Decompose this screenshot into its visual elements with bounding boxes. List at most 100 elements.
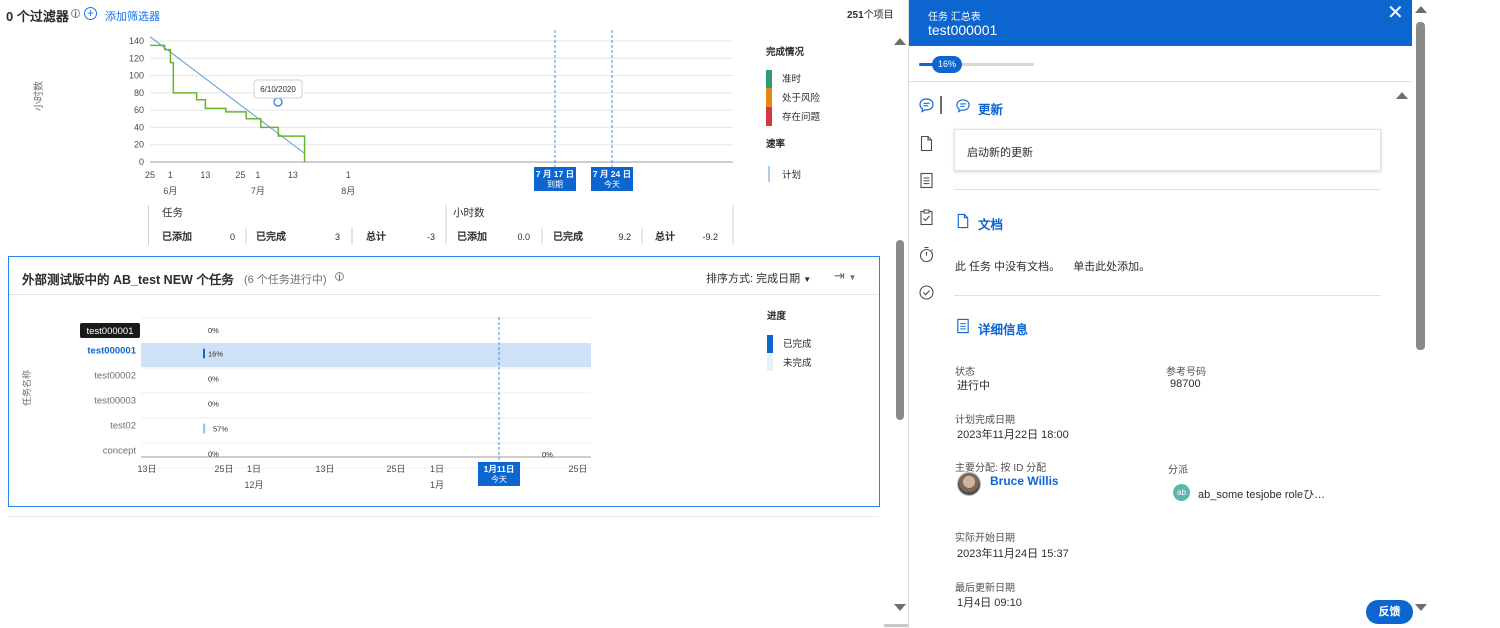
y-tick-label: 120 <box>129 53 144 63</box>
rail-active-marker <box>940 96 942 114</box>
gantt-legend-done-swatch <box>767 335 773 353</box>
info-icon[interactable]: i <box>71 9 80 19</box>
progress-badge[interactable]: 16% <box>932 56 962 73</box>
documents-empty-text: 此 任务 中没有文档。 <box>955 261 1061 273</box>
stats-hours-done-value: 9.2 <box>618 232 631 242</box>
document-icon <box>957 213 969 229</box>
due-date-text: 7 月 17 日 <box>536 169 574 179</box>
scroll-down-icon[interactable] <box>894 604 906 611</box>
sort-dropdown[interactable]: 排序方式: 完成日期 ▼ <box>706 270 811 286</box>
x-tick-label: 1 <box>255 170 260 180</box>
gantt-hover-tag-text: test000001 <box>86 326 133 337</box>
new-update-input[interactable]: 启动新的更新 <box>954 129 1381 171</box>
items-count: 251个项目 <box>847 6 894 21</box>
updates-title: 更新 <box>978 103 1004 117</box>
gantt-legend-notdone: 未完成 <box>783 357 812 369</box>
caret-down-icon: ▼ <box>803 275 812 284</box>
scroll-down-icon[interactable] <box>1415 604 1427 611</box>
documents-empty-message: 此 任务 中没有文档。 单击此处添加。 <box>955 258 1150 274</box>
gantt-subtitle: (6 个任务进行中) <box>244 274 327 286</box>
details-list-icon <box>957 318 969 334</box>
x-tick-label: 13 <box>200 170 210 180</box>
burndown-y-ticks: 0 20 40 60 80 100 120 140 <box>129 36 144 167</box>
x-tick-label: 1 <box>168 170 173 180</box>
feedback-button[interactable]: 反馈 <box>1366 600 1413 624</box>
y-axis-label: 小时数 <box>32 81 45 111</box>
add-circle-icon[interactable]: + <box>84 7 97 20</box>
gantt-today-date: 1月11日 <box>484 464 515 474</box>
stats-grid: 任务 小时数 已添加 0 已完成 3 总计 -3 已添加 0.0 已完成 9.2… <box>148 205 734 245</box>
stats-hours-added-label: 已添加 <box>457 230 487 243</box>
gantt-x-tick-label: 25日 <box>568 464 587 474</box>
x-tick-label: 25 <box>235 170 245 180</box>
task-summary-panel: 任务 汇总表 test000001 ✕ 16% 更新 启动新的更新 文档 此 任… <box>908 0 1428 628</box>
planned-completion-label: 计划完成日期 <box>955 415 1015 426</box>
gantt-chart: 任务名称 test000001 16% test00002 0% test00003 0%… <box>21 310 812 490</box>
items-count-number: 251 <box>847 10 864 21</box>
export-icon: ⇥ <box>834 268 845 283</box>
export-menu[interactable]: ⇥ ▼ <box>834 268 856 284</box>
hover-point <box>273 97 283 107</box>
info-icon[interactable]: i <box>335 272 344 282</box>
panel-task-name[interactable]: test000001 <box>928 22 997 38</box>
stats-hours-header: 小时数 <box>453 206 485 219</box>
task-progress-label: 16% <box>208 350 223 359</box>
reference-value: 98700 <box>1170 378 1201 390</box>
y-tick-label: 20 <box>134 140 144 150</box>
stats-tasks-total-label: 总计 <box>366 230 386 243</box>
tasks-gantt-card: 外部测试版中的 AB_test NEW 个任务 (6 个任务进行中) i 排序方… <box>8 256 880 507</box>
add-filter-link[interactable]: 添加筛选器 <box>105 8 160 24</box>
document-icon[interactable] <box>918 135 935 152</box>
clipboard-check-icon[interactable] <box>918 209 935 226</box>
gantt-today-caption: 今天 <box>491 474 507 484</box>
stats-hours-done-label: 已完成 <box>553 230 583 243</box>
x-month-label: 7月 <box>251 186 265 196</box>
task-name-label: test02 <box>110 421 136 432</box>
panel-header: 任务 汇总表 test000001 ✕ <box>909 0 1412 46</box>
gantt-x-tick-label: 1日 <box>247 464 261 474</box>
actual-start-value[interactable]: 2023年11月24日 15:37 <box>957 545 1069 561</box>
x-month-label: 8月 <box>341 186 355 196</box>
collapse-up-icon[interactable] <box>1396 92 1408 99</box>
burndown-stats: 任务 小时数 已添加 0 已完成 3 总计 -3 已添加 0.0 已完成 9.2… <box>148 205 734 245</box>
today-date-text: 7 月 24 日 <box>593 169 631 179</box>
stats-hours-added-value: 0.0 <box>517 232 530 242</box>
gantt-extra-percent: 0% <box>542 450 553 459</box>
status-value[interactable]: 进行中 <box>957 377 990 393</box>
assignments-label: 分派 <box>1168 465 1188 476</box>
panel-scrollbar[interactable] <box>1414 0 1428 628</box>
legend-on-time-swatch <box>766 70 772 88</box>
comment-icon[interactable] <box>918 97 935 114</box>
scroll-up-icon[interactable] <box>1415 6 1427 13</box>
header-divider <box>909 81 1412 82</box>
documents-add-link[interactable]: 单击此处添加。 <box>1073 261 1150 273</box>
legend-on-time: 准时 <box>782 73 802 85</box>
actual-start-label: 实际开始日期 <box>955 533 1015 544</box>
scroll-up-icon[interactable] <box>894 38 906 45</box>
burndown-legend: 完成情况 准时 处于风险 存在问题 速率 计划 <box>766 46 821 182</box>
filters-count[interactable]: 0 个过滤器 <box>6 6 69 25</box>
check-circle-icon[interactable] <box>918 284 935 301</box>
burndown-x-ticks: 25 1 13 25 1 13 1 6月 7月 8月 <box>145 170 355 196</box>
stats-tasks-added-value: 0 <box>230 232 235 242</box>
main-scrollbar[interactable] <box>893 30 907 620</box>
role-assignment[interactable]: ab_some tesjobe roleひ… <box>1198 486 1325 502</box>
stats-tasks-total-value: -3 <box>427 232 435 242</box>
scroll-thumb[interactable] <box>896 240 904 420</box>
timer-icon[interactable] <box>918 246 935 263</box>
last-update-label: 最后更新日期 <box>955 583 1015 594</box>
planned-completion-value[interactable]: 2023年11月22日 18:00 <box>957 426 1069 442</box>
legend-in-trouble-swatch <box>766 107 772 126</box>
task-progress-bar <box>203 423 206 434</box>
scroll-thumb[interactable] <box>1416 22 1425 350</box>
task-name-label: test00003 <box>94 396 136 407</box>
details-list-icon[interactable] <box>918 172 935 189</box>
workspace: 0 个过滤器 i + 添加筛选器 251个项目 小时数 0 20 40 60 80 100… <box>0 0 934 628</box>
gantt-x-tick-label: 13日 <box>315 464 334 474</box>
y-tick-label: 60 <box>134 105 144 115</box>
task-progress-bar <box>203 348 205 359</box>
close-icon[interactable]: ✕ <box>1387 3 1404 23</box>
primary-assignee-link[interactable]: Bruce Willis <box>990 474 1059 488</box>
task-name-label: concept <box>103 446 137 457</box>
y-tick-label: 140 <box>129 36 144 46</box>
